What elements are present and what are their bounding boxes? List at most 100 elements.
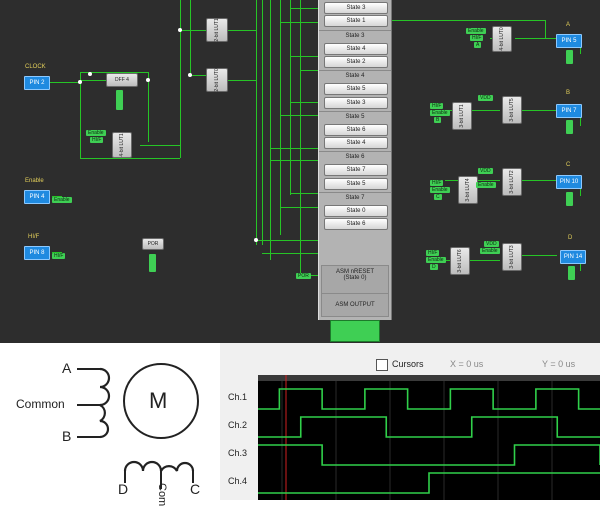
wire (390, 20, 545, 21)
asm-state-button[interactable]: State 6 (324, 123, 388, 136)
wire (256, 240, 318, 241)
wire (180, 30, 206, 31)
wire (262, 0, 263, 245)
wire (300, 70, 318, 71)
asm-state-button[interactable]: State 4 (324, 42, 388, 55)
asm-state-button[interactable]: State 3 (324, 2, 388, 14)
asm-state-button[interactable]: State 5 (324, 177, 388, 190)
asm-separator (319, 29, 391, 31)
asm-state-button[interactable]: State 5 (324, 83, 388, 96)
coil-c-label: C (190, 481, 201, 497)
asm-separator (319, 110, 391, 112)
pin10-out-tag (566, 192, 573, 206)
wire (80, 80, 106, 81)
wire (270, 0, 271, 260)
asm-separator (319, 70, 391, 72)
b-hf-tag: HI/F (430, 103, 444, 109)
wire (522, 180, 557, 181)
asm-nreset-sub: (State 0) (343, 275, 367, 281)
lut5-label: 3-bit LUT5 (509, 98, 515, 122)
lut1-2bit-block[interactable]: 2-bit LUT1 (206, 18, 228, 42)
pin8-hf-tag: HI/F (52, 253, 66, 259)
por-block[interactable]: POR (142, 238, 164, 250)
pin8-block[interactable]: PIN 8 (24, 246, 50, 260)
cursors-checkbox[interactable] (376, 359, 388, 371)
junction-dot (78, 80, 82, 84)
d-enable2-tag: Enable (480, 248, 500, 254)
asm-state-button[interactable]: State 1 (324, 15, 388, 28)
lut0-2bit-block[interactable]: 2-bit LUT0 (206, 68, 228, 92)
asm-state-header[interactable]: State 3 (319, 33, 391, 39)
pin7-out-tag (566, 120, 573, 134)
lut6-label: 3-bit LUT6 (457, 249, 463, 273)
coil-common-label: Common (16, 397, 65, 411)
asm-state-button[interactable]: State 2 (324, 55, 388, 68)
asm-state-button[interactable]: State 6 (324, 218, 388, 231)
output-a-label: A (566, 22, 571, 28)
d-vdd-tag: VDD (484, 241, 499, 247)
c-enable-tag: Enable (430, 187, 450, 193)
d-enable-tag: Enable (426, 257, 446, 263)
wire (290, 0, 291, 195)
lut1-3bit-block[interactable]: 3-bit LUT1 (452, 102, 472, 130)
lut3-3bit-block[interactable]: 3-bit LUT3 (502, 243, 522, 271)
pin14-block[interactable]: PIN 14 (560, 250, 586, 264)
lut0-label: 2-bit LUT0 (214, 68, 220, 92)
wire (290, 102, 318, 103)
asm-state-button[interactable]: State 3 (324, 96, 388, 109)
pin4-block[interactable]: PIN 4 (24, 190, 50, 204)
asm-state-header[interactable]: State 5 (319, 114, 391, 120)
lut6-3bit-block[interactable]: 3-bit LUT6 (450, 247, 470, 275)
wire (290, 8, 318, 9)
wire (262, 253, 318, 254)
ch2-label: Ch.2 (228, 420, 248, 430)
ch1-label: Ch.1 (228, 392, 248, 402)
d-hf-tag: HI/F (426, 250, 440, 256)
lut5-3bit-block[interactable]: 3-bit LUT5 (502, 96, 522, 124)
asm-state-button[interactable]: State 4 (324, 137, 388, 150)
y-readout: Y = 0 us (542, 359, 576, 369)
motor-m-label: M (149, 388, 168, 413)
wire (290, 193, 318, 194)
wire (256, 0, 257, 245)
coil-a-label: A (62, 360, 72, 376)
lut1-4bit-block[interactable]: 4-bit LUT1 (112, 132, 132, 158)
c-vdd-tag: VDD (478, 168, 493, 174)
lut2-3bit-block[interactable]: 3-bit LUT2 (502, 168, 522, 196)
pin7-block[interactable]: PIN 7 (556, 104, 582, 118)
wire (50, 82, 80, 83)
wire (270, 148, 318, 149)
schematic-canvas[interactable]: CLOCK PIN 2 DFF 4 2-bit LUT1 2-bit LUT0 … (0, 0, 600, 343)
coil-common-bottom-label: Com (156, 483, 168, 506)
asm-output-block[interactable]: ASM OUTPUT (321, 293, 389, 317)
asm-state-header[interactable]: State 4 (319, 73, 391, 79)
pin2-block[interactable]: PIN 2 (24, 76, 50, 90)
dff4-block[interactable]: DFF 4 (106, 73, 138, 87)
asm-state-button[interactable]: State 7 (324, 164, 388, 177)
lut1-4bit-label: 4-bit LUT1 (119, 133, 125, 157)
pin5-block[interactable]: PIN 5 (556, 34, 582, 48)
por-out-tag (149, 254, 156, 272)
junction-dot (178, 28, 182, 32)
asm-output-tags (330, 320, 380, 342)
wire (290, 56, 318, 57)
lut3-label: 3-bit LUT3 (509, 245, 515, 269)
pin10-block[interactable]: PIN 10 (556, 175, 582, 189)
time-ruler (258, 375, 600, 381)
asm-state-header[interactable]: State 7 (319, 195, 391, 201)
wire (280, 22, 318, 23)
lut4-3bit-block[interactable]: 3-bit LUT4 (458, 176, 478, 204)
clock-label: CLOCK (25, 64, 46, 70)
c-enable2-tag: Enable (476, 182, 496, 188)
b-b-tag: B (434, 117, 442, 123)
asm-state-header[interactable]: State 6 (319, 154, 391, 160)
wire (190, 75, 206, 76)
wire (228, 80, 256, 81)
lut0-4bit-block[interactable]: 4-bit LUT0 (492, 26, 512, 52)
wire (280, 207, 318, 208)
asm-state-button[interactable]: State 0 (324, 205, 388, 217)
dff-nreset-tag (116, 90, 123, 110)
wire (190, 0, 191, 75)
asm-nreset-block[interactable]: ASM nRESET (State 0) (321, 265, 389, 294)
waveform-plot[interactable] (258, 375, 600, 500)
